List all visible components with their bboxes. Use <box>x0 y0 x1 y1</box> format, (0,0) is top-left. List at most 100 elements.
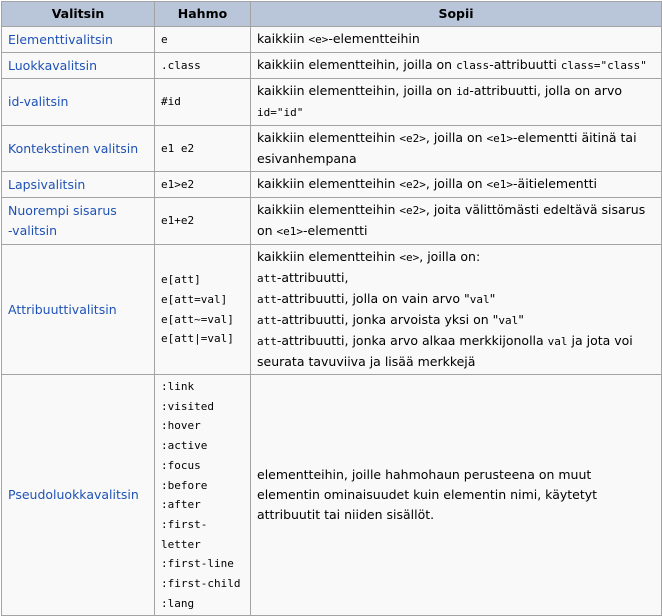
description-line: kaikkiin elementteihin, joilla on id-att… <box>257 81 655 102</box>
pattern-line: :after <box>161 498 201 512</box>
pattern-line: e[att~=val] <box>161 312 234 326</box>
table-row: Kontekstinen valitsin e1 e2 kaikkiin eleme… <box>1 125 662 172</box>
selector-description: kaikkiin elementteihin <e2>, joilla on <… <box>250 125 662 172</box>
selector-name: Pseudoluokkavalitsin <box>1 373 155 616</box>
pattern-line: :hover <box>161 419 201 433</box>
selector-description: kaikkiin elementteihin <e>, joilla on: at… <box>250 244 662 375</box>
description-line: kaikkiin elementteihin, joilla on class-… <box>257 55 655 76</box>
text-fragment: on <box>257 223 277 238</box>
text-fragment: -elementteihin <box>328 31 420 46</box>
pattern-line: :lang <box>161 596 195 610</box>
text-fragment: kaikkiin elementteihin, joilla on <box>257 57 457 72</box>
selector-name: Nuorempi sisarus -valitsin <box>1 197 155 245</box>
description-line: elementteihin, joille hahmohaun perustee… <box>257 465 655 485</box>
pattern-line: e[att=val] <box>161 292 228 306</box>
pattern-line: :first- <box>161 517 208 531</box>
text-fragment: esivanhempana <box>257 151 357 166</box>
text-fragment: kaikkiin <box>257 31 309 46</box>
text-fragment: kaikkiin elementteihin <box>257 176 400 191</box>
code-fragment: att <box>257 314 277 327</box>
pattern-line: :link <box>161 380 195 393</box>
selector-pattern: :link:visited:hover:active:focus:before:… <box>154 373 251 616</box>
selector-pattern: e1+e2 <box>154 197 251 245</box>
code-fragment: class="class" <box>560 59 647 72</box>
text-fragment: ja jota voi <box>567 333 633 348</box>
table-body: Elementtivalitsin e kaikkiin <e>-elementte… <box>1 26 662 616</box>
text-fragment: elementteihin, joille hahmohaun perustee… <box>257 467 592 483</box>
text-fragment: , joilla on <box>425 130 487 145</box>
selector-description: elementteihin, joille hahmohaun perustee… <box>250 373 662 616</box>
text-fragment: kaikkiin elementteihin, joilla on <box>257 83 457 98</box>
text-fragment: kaikkiin elementteihin <box>257 130 400 145</box>
text-fragment: kaikkiin elementteihin <box>257 249 400 264</box>
selector-description: kaikkiin elementteihin, joilla on class-… <box>250 52 662 79</box>
description-line: kaikkiin elementteihin <e2>, joita välit… <box>257 200 655 221</box>
description-line: att-attribuutti, jolla on vain arvo "val… <box>257 289 655 310</box>
text-fragment: -elementti äitinä tai <box>513 130 637 145</box>
text-fragment: -attribuutti, jonka arvoista yksi on " <box>276 312 499 327</box>
pattern-line: e1+e2 <box>161 214 195 228</box>
table-row: Luokkavalitsin .class kaikkiin elementteih… <box>1 52 662 79</box>
description-line: kaikkiin elementteihin <e2>, joilla on <… <box>257 174 655 195</box>
text-fragment: -attribuutti, jolla on arvo <box>469 83 622 98</box>
selector-pattern: e1>e2 <box>154 171 251 198</box>
description-line: kaikkiin elementteihin <e2>, joilla on <… <box>257 128 655 149</box>
text-fragment: -äitielementti <box>513 176 597 191</box>
text-fragment: -elementti <box>303 223 368 238</box>
selector-name: Elementtivalitsin <box>1 26 155 53</box>
text-fragment: , joilla on <box>425 176 487 191</box>
code-fragment: <e> <box>399 251 420 264</box>
text-fragment: -attribuutti, jolla on vain arvo " <box>276 291 470 306</box>
code-fragment: <e2> <box>399 204 426 217</box>
header-valitsin: Valitsin <box>1 1 155 27</box>
pattern-line: :before <box>161 478 208 492</box>
selector-pattern: e1 e2 <box>154 125 251 172</box>
text-fragment: elementin ominaisuudet kuin elementin ni… <box>257 487 598 503</box>
description-line: esivanhempana <box>257 149 655 169</box>
code-fragment: <e1> <box>486 178 514 191</box>
code-fragment: att <box>257 335 277 348</box>
description-line: id="id" <box>257 102 655 123</box>
selector-pattern: #id <box>154 78 251 126</box>
selector-table: Valitsin Hahmo Sopii Elementtivalitsin e k… <box>1 1 662 616</box>
code-fragment: <e1> <box>486 132 514 145</box>
pattern-line: letter <box>161 537 201 551</box>
code-fragment: class <box>456 59 490 72</box>
text-fragment: , joilla on: <box>419 249 481 264</box>
description-line: seurata tavuviiva ja lisää merkkejä <box>257 352 655 372</box>
code-fragment: id="id" <box>257 106 304 119</box>
code-fragment: val <box>547 335 568 348</box>
selector-name: Attribuuttivalitsin <box>1 244 155 375</box>
description-line: kaikkiin <e>-elementteihin <box>257 29 655 50</box>
table-row: Nuorempi sisarus -valitsin e1+e2 kaikkiin e… <box>1 197 662 245</box>
code-fragment: <e2> <box>399 132 426 145</box>
selector-description: kaikkiin elementteihin <e2>, joita välit… <box>250 197 662 245</box>
selector-description: kaikkiin elementteihin <e2>, joilla on <… <box>250 171 662 198</box>
selector-name: Lapsivalitsin <box>1 171 155 198</box>
code-fragment: val <box>498 314 519 327</box>
text-fragment: -attribuutti, <box>276 270 349 285</box>
text-fragment: kaikkiin elementteihin <box>257 202 400 217</box>
selector-name-line: Nuorempi sisarus <box>8 203 117 218</box>
selector-pattern: e <box>154 26 251 53</box>
code-fragment: att <box>257 272 277 285</box>
text-fragment: seurata tavuviiva ja lisää merkkejä <box>257 354 476 369</box>
text-fragment: attribuutit tai niiden sisällöt. <box>257 507 435 523</box>
selector-name: Luokkavalitsin <box>1 52 155 79</box>
code-fragment: att <box>257 293 277 306</box>
code-fragment: <e2> <box>399 178 426 191</box>
pattern-line: :first-child <box>161 577 241 591</box>
table-row: Attribuuttivalitsin e[att] e[att=val] e[att… <box>1 244 662 375</box>
selector-pattern: e[att] e[att=val] e[att~=val] e[att|=val] <box>154 244 251 375</box>
selector-description: kaikkiin elementteihin, joilla on id-att… <box>250 78 662 126</box>
text-fragment: , joita välittömästi edeltävä sisarus <box>425 202 646 217</box>
text-fragment: " <box>518 312 525 327</box>
selector-name: id-valitsin <box>1 78 155 126</box>
code-fragment: val <box>469 293 490 306</box>
description-line: kaikkiin elementteihin <e>, joilla on: <box>257 247 655 268</box>
description-line: att-attribuutti, jonka arvoista yksi on … <box>257 310 655 331</box>
code-fragment: <e> <box>308 33 329 46</box>
description-line: att-attribuutti, jonka arvo alkaa merkki… <box>257 331 655 352</box>
selector-pattern: .class <box>154 52 251 79</box>
description-line: attribuutit tai niiden sisällöt. <box>257 505 655 525</box>
